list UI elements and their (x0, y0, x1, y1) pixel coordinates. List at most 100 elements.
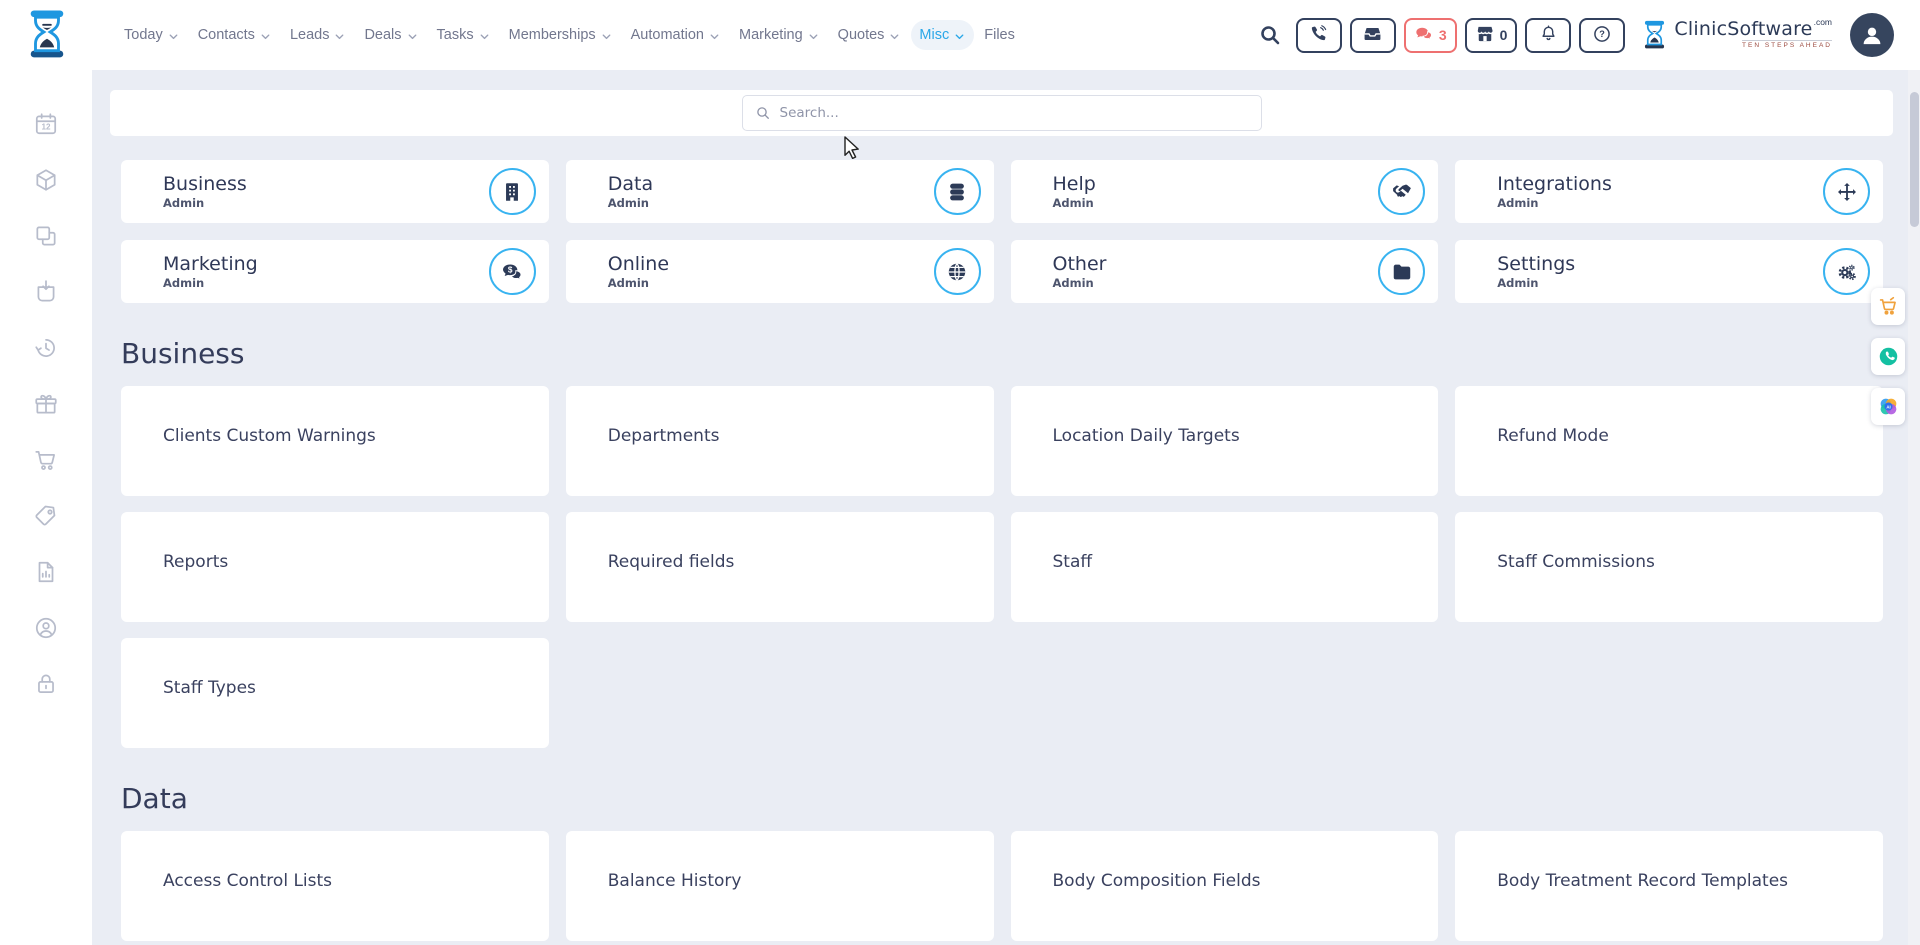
search-box[interactable] (742, 95, 1262, 131)
floating-widget-cart-orange[interactable] (1871, 288, 1905, 325)
link-card-refund-mode[interactable]: Refund Mode (1455, 386, 1883, 496)
category-tile-integrations[interactable]: IntegrationsAdmin (1455, 160, 1883, 223)
category-tile-other[interactable]: OtherAdmin (1011, 240, 1439, 303)
tile-subtitle: Admin (1497, 196, 1823, 210)
link-card-access-control-lists[interactable]: Access Control Lists (121, 831, 549, 941)
chevron-down-icon (406, 30, 419, 43)
inbox-button[interactable] (1350, 18, 1396, 53)
search-input[interactable] (780, 105, 1249, 121)
calendar-in-icon[interactable] (33, 279, 59, 305)
nav-item-leads[interactable]: Leads (282, 20, 355, 50)
phone-volume-icon (1309, 24, 1328, 46)
chevron-down-icon (167, 30, 180, 43)
phone-button[interactable] (1296, 18, 1342, 53)
nav-item-memberships[interactable]: Memberships (501, 20, 621, 50)
whatsapp-icon (1878, 346, 1899, 367)
nav-item-label: Deals (364, 27, 401, 43)
nav-item-automation[interactable]: Automation (623, 20, 729, 50)
tile-subtitle: Admin (1497, 276, 1823, 290)
category-tile-settings[interactable]: SettingsAdmin (1455, 240, 1883, 303)
main-nav: TodayContacts Leads Deals Tasks Memberships A… (116, 20, 1023, 50)
comments-dollar-icon: $ (489, 248, 536, 295)
copy-icon[interactable] (33, 223, 59, 249)
category-tile-business[interactable]: BusinessAdmin (121, 160, 549, 223)
content-area: BusinessAdminDataAdminHelpAdminIntegrati… (121, 160, 1883, 941)
report-icon[interactable] (33, 559, 59, 585)
chat-count-badge: 3 (1439, 27, 1447, 43)
chevron-down-icon (953, 30, 966, 43)
search-icon[interactable] (1258, 23, 1282, 47)
link-card-body-treatment-record-templates[interactable]: Body Treatment Record Templates (1455, 831, 1883, 941)
floating-widget-ai[interactable]: AI (1871, 388, 1905, 425)
chat-messages-button[interactable]: 3 (1404, 18, 1457, 53)
tile-title: Data (608, 173, 934, 196)
lock-icon[interactable] (33, 671, 59, 697)
link-card-departments[interactable]: Departments (566, 386, 994, 496)
gears-icon (1823, 248, 1870, 295)
nav-item-label: Tasks (437, 27, 474, 43)
gift-icon[interactable] (33, 391, 59, 417)
nav-item-label: Files (984, 27, 1015, 43)
price-tag-icon[interactable] (33, 503, 59, 529)
store-button[interactable]: 0 (1465, 18, 1518, 53)
topbar-actions: 3 0 ? (1258, 13, 1894, 57)
inbox-icon (1363, 24, 1382, 46)
user-circle-icon[interactable] (33, 615, 59, 641)
app-logo-hourglass-icon[interactable] (24, 9, 70, 61)
search-icon (755, 105, 771, 121)
svg-text:AI: AI (1886, 404, 1890, 409)
top-navigation-bar: TodayContacts Leads Deals Tasks Memberships A… (0, 0, 1920, 70)
nav-item-quotes[interactable]: Quotes (830, 20, 910, 50)
category-tile-marketing[interactable]: MarketingAdmin$ (121, 240, 549, 303)
link-card-location-daily-targets[interactable]: Location Daily Targets (1011, 386, 1439, 496)
floating-widget-whatsapp[interactable] (1871, 338, 1905, 375)
nav-item-label: Memberships (509, 27, 596, 43)
link-card-balance-history[interactable]: Balance History (566, 831, 994, 941)
link-card-staff-types[interactable]: Staff Types (121, 638, 549, 748)
history-icon[interactable] (33, 335, 59, 361)
nav-item-deals[interactable]: Deals (356, 20, 426, 50)
nav-item-misc[interactable]: Misc (911, 20, 974, 50)
left-sidebar: 12 (0, 70, 92, 945)
nav-item-marketing[interactable]: Marketing (731, 20, 828, 50)
user-avatar[interactable] (1850, 13, 1894, 57)
question-mark-icon: ? (1592, 24, 1612, 47)
chevron-down-icon (478, 30, 491, 43)
nav-item-contacts[interactable]: Contacts (190, 20, 280, 50)
tile-title: Other (1053, 253, 1379, 276)
link-card-reports[interactable]: Reports (121, 512, 549, 622)
notifications-button[interactable] (1525, 18, 1571, 53)
help-button[interactable]: ? (1579, 18, 1625, 53)
nav-item-today[interactable]: Today (116, 20, 188, 50)
calendar-12-icon[interactable]: 12 (33, 111, 59, 137)
cart-icon[interactable] (33, 447, 59, 473)
category-tile-data[interactable]: DataAdmin (566, 160, 994, 223)
svg-text:12: 12 (41, 123, 51, 132)
cube-icon[interactable] (33, 167, 59, 193)
category-tile-help[interactable]: HelpAdmin (1011, 160, 1439, 223)
main-scrollbar[interactable] (1908, 70, 1920, 945)
scrollbar-thumb[interactable] (1910, 92, 1919, 227)
tile-text: BusinessAdmin (163, 173, 489, 211)
tile-subtitle: Admin (1053, 276, 1379, 290)
svg-text:$: $ (508, 265, 513, 274)
link-card-clients-custom-warnings[interactable]: Clients Custom Warnings (121, 386, 549, 496)
category-tile-online[interactable]: OnlineAdmin (566, 240, 994, 303)
tile-title: Business (163, 173, 489, 196)
nav-item-tasks[interactable]: Tasks (429, 20, 499, 50)
nav-item-label: Leads (290, 27, 330, 43)
link-card-staff[interactable]: Staff (1011, 512, 1439, 622)
nav-item-label: Marketing (739, 27, 803, 43)
link-card-staff-commissions[interactable]: Staff Commissions (1455, 512, 1883, 622)
category-tiles: BusinessAdminDataAdminHelpAdminIntegrati… (121, 160, 1883, 303)
nav-item-label: Misc (919, 27, 949, 43)
link-card-body-composition-fields[interactable]: Body Composition Fields (1011, 831, 1439, 941)
building-icon (489, 168, 536, 215)
tile-subtitle: Admin (608, 196, 934, 210)
search-header-card (110, 90, 1893, 136)
tile-text: OtherAdmin (1053, 253, 1379, 291)
nav-item-files[interactable]: Files (976, 20, 1023, 50)
section-heading-business: Business (121, 337, 1883, 370)
chevron-down-icon (333, 30, 346, 43)
link-card-required-fields[interactable]: Required fields (566, 512, 994, 622)
